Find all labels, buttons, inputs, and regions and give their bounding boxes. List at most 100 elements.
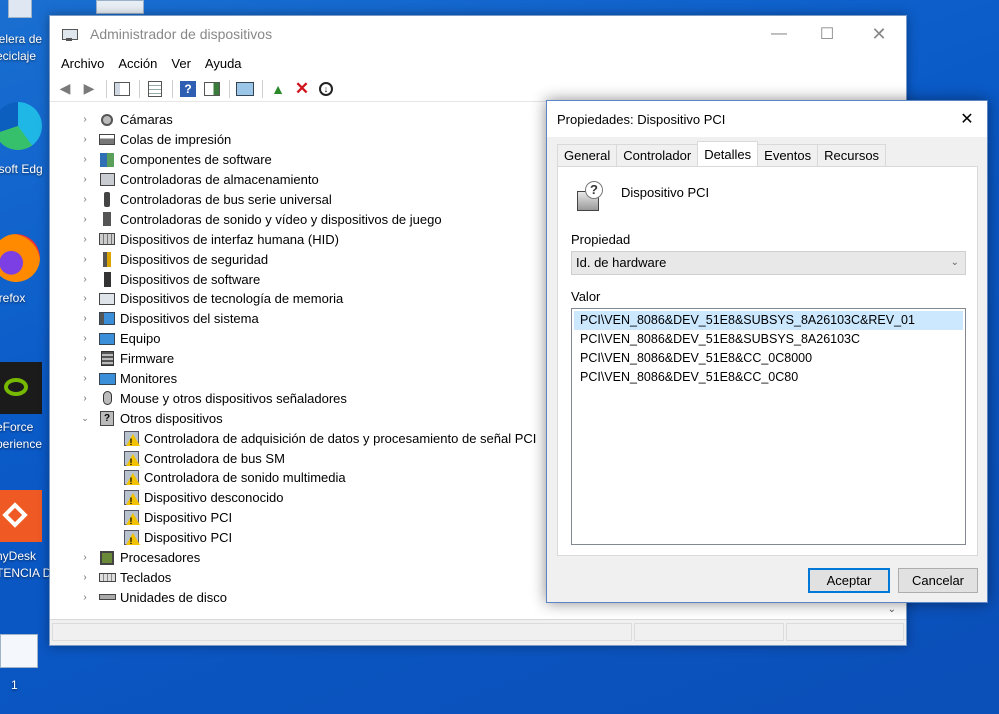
device-name: Dispositivo PCI xyxy=(621,185,710,200)
device-warning-icon xyxy=(122,510,140,526)
tree-item-label: Otros dispositivos xyxy=(120,410,223,426)
value-listbox[interactable]: PCI\VEN_8086&DEV_51E8&SUBSYS_8A26103C&RE… xyxy=(571,308,966,545)
anydesk-icon xyxy=(0,490,42,542)
chevron-right-icon[interactable]: › xyxy=(78,393,92,404)
tree-item-label: Equipo xyxy=(120,331,161,347)
disk-icon xyxy=(98,589,116,605)
edge-icon xyxy=(0,102,42,150)
uninstall-device-icon[interactable]: ✕ xyxy=(291,78,313,100)
chevron-right-icon[interactable]: › xyxy=(78,254,92,265)
chevron-right-icon[interactable]: › xyxy=(78,134,92,145)
show-hide-console-tree-icon[interactable] xyxy=(111,78,133,100)
properties-icon[interactable] xyxy=(144,78,166,100)
menu-ver[interactable]: Ver xyxy=(164,52,198,76)
chevron-right-icon[interactable]: › xyxy=(78,154,92,165)
desktop-icon-label: irefox xyxy=(0,291,26,305)
tab-detalles[interactable]: Detalles xyxy=(697,141,759,166)
tree-item-label: Procesadores xyxy=(120,550,201,566)
title-bar[interactable]: Administrador de dispositivos — ☐ ✕ xyxy=(50,16,906,52)
toolbar-separator xyxy=(172,79,173,98)
forward-icon[interactable]: ▶ xyxy=(78,78,100,100)
chevron-right-icon[interactable]: › xyxy=(78,234,92,245)
chevron-right-icon[interactable]: › xyxy=(78,373,92,384)
storage-icon xyxy=(98,172,116,188)
list-item[interactable]: PCI\VEN_8086&DEV_51E8&CC_0C8000 xyxy=(574,349,963,368)
tree-item-label: Dispositivos de software xyxy=(120,271,261,287)
chevron-right-icon[interactable]: › xyxy=(78,194,92,205)
unknown-pci-device-icon: ? xyxy=(575,181,605,213)
menu-ayuda[interactable]: Ayuda xyxy=(198,52,249,76)
action-pane-icon[interactable] xyxy=(201,78,223,100)
usb-icon xyxy=(98,192,116,208)
chevron-right-icon[interactable]: › xyxy=(78,552,92,563)
desktop-icon-edge[interactable]: osoft Edg xyxy=(0,100,50,180)
update-driver-icon[interactable]: ▲ xyxy=(267,78,289,100)
device-warning-icon xyxy=(122,430,140,446)
device-manager-app-icon xyxy=(61,26,78,42)
property-select[interactable]: Id. de hardware ⌄ xyxy=(571,251,966,275)
tree-item-label: Dispositivos del sistema xyxy=(120,311,259,327)
desktop-icon-label: osoft Edg xyxy=(0,162,43,176)
tree-item-label: Controladoras de bus serie universal xyxy=(120,192,332,207)
chevron-right-icon[interactable]: › xyxy=(78,174,92,185)
firmware-icon xyxy=(98,351,116,367)
toolbar-separator xyxy=(229,79,230,98)
maximize-button[interactable]: ☐ xyxy=(804,16,850,52)
tree-item-label: Teclados xyxy=(120,569,172,585)
close-button[interactable]: ✕ xyxy=(856,16,902,52)
chevron-down-icon[interactable]: ⌄ xyxy=(78,413,92,424)
tree-item-label: Controladoras de sonido y vídeo y dispos… xyxy=(120,211,442,227)
ok-button[interactable]: Aceptar xyxy=(808,568,890,593)
chevron-right-icon[interactable]: › xyxy=(78,274,92,285)
menu-accion[interactable]: Acción xyxy=(111,52,164,76)
desktop-icon-recycle-bin[interactable]: pelera de eciclaje xyxy=(0,0,50,70)
desktop-icon-label: TENCIA D xyxy=(0,566,52,580)
scan-hardware-icon[interactable] xyxy=(234,78,256,100)
list-item[interactable]: PCI\VEN_8086&DEV_51E8&CC_0C80 xyxy=(574,368,963,387)
chevron-right-icon[interactable]: › xyxy=(78,353,92,364)
chevron-right-icon[interactable]: › xyxy=(78,572,92,583)
details-panel: ? Dispositivo PCI Propiedad Id. de hardw… xyxy=(557,166,978,556)
desktop-icon-geforce[interactable]: eForce perience xyxy=(0,360,50,460)
monitor-icon xyxy=(98,371,116,387)
chevron-right-icon[interactable]: › xyxy=(78,214,92,225)
desktop-icon-file[interactable]: 1 xyxy=(0,632,50,698)
dialog-close-button[interactable]: ✕ xyxy=(947,101,987,137)
tab-recursos[interactable]: Recursos xyxy=(817,144,887,166)
chevron-right-icon[interactable]: › xyxy=(78,333,92,344)
chevron-right-icon[interactable]: › xyxy=(78,592,92,603)
minimize-button[interactable]: — xyxy=(756,16,802,52)
tab-general[interactable]: General xyxy=(557,144,618,166)
tree-item-label: Colas de impresión xyxy=(120,132,232,148)
chevron-right-icon[interactable]: › xyxy=(78,313,92,324)
help-icon[interactable]: ? xyxy=(177,78,199,100)
disable-device-icon[interactable]: ↓ xyxy=(315,78,337,100)
desktop-icon-anydesk[interactable]: nyDesk TENCIA D xyxy=(0,490,52,590)
list-item[interactable]: PCI\VEN_8086&DEV_51E8&SUBSYS_8A26103C&RE… xyxy=(574,311,963,330)
scroll-down-arrow-icon[interactable]: ⌄ xyxy=(888,604,896,615)
document-thumbnail-icon xyxy=(0,634,38,668)
chevron-right-icon[interactable]: › xyxy=(78,114,92,125)
dialog-title: Propiedades: Dispositivo PCI xyxy=(557,111,726,127)
cancel-button[interactable]: Cancelar xyxy=(898,568,978,593)
tab-controlador[interactable]: Controlador xyxy=(616,144,699,166)
menu-archivo[interactable]: Archivo xyxy=(54,52,111,76)
list-item[interactable]: PCI\VEN_8086&DEV_51E8&SUBSYS_8A26103C xyxy=(574,330,963,349)
mouse-icon xyxy=(98,390,116,406)
tree-item-label: Dispositivos de interfaz humana (HID) xyxy=(120,231,339,247)
desktop-icon-firefox[interactable]: irefox xyxy=(0,232,50,312)
back-icon[interactable]: ◀ xyxy=(54,78,76,100)
tree-item-label: Controladora de sonido multimedia xyxy=(144,470,346,486)
desktop-thumbnail-icon[interactable] xyxy=(96,0,144,14)
dialog-title-bar[interactable]: Propiedades: Dispositivo PCI ✕ xyxy=(547,101,987,137)
speaker-icon xyxy=(98,211,116,227)
tab-eventos[interactable]: Eventos xyxy=(757,144,819,166)
tree-item-label: Dispositivo PCI xyxy=(144,510,233,526)
chevron-right-icon[interactable]: › xyxy=(78,293,92,304)
desktop-icon-label: 1 xyxy=(11,678,18,692)
toolbar-separator xyxy=(139,79,140,98)
desktop-icon-label: nyDesk xyxy=(0,549,37,563)
desktop-icon-label: eciclaje xyxy=(0,49,37,63)
properties-dialog: Propiedades: Dispositivo PCI ✕ General C… xyxy=(546,100,988,603)
tree-item-label: Firmware xyxy=(120,351,175,367)
